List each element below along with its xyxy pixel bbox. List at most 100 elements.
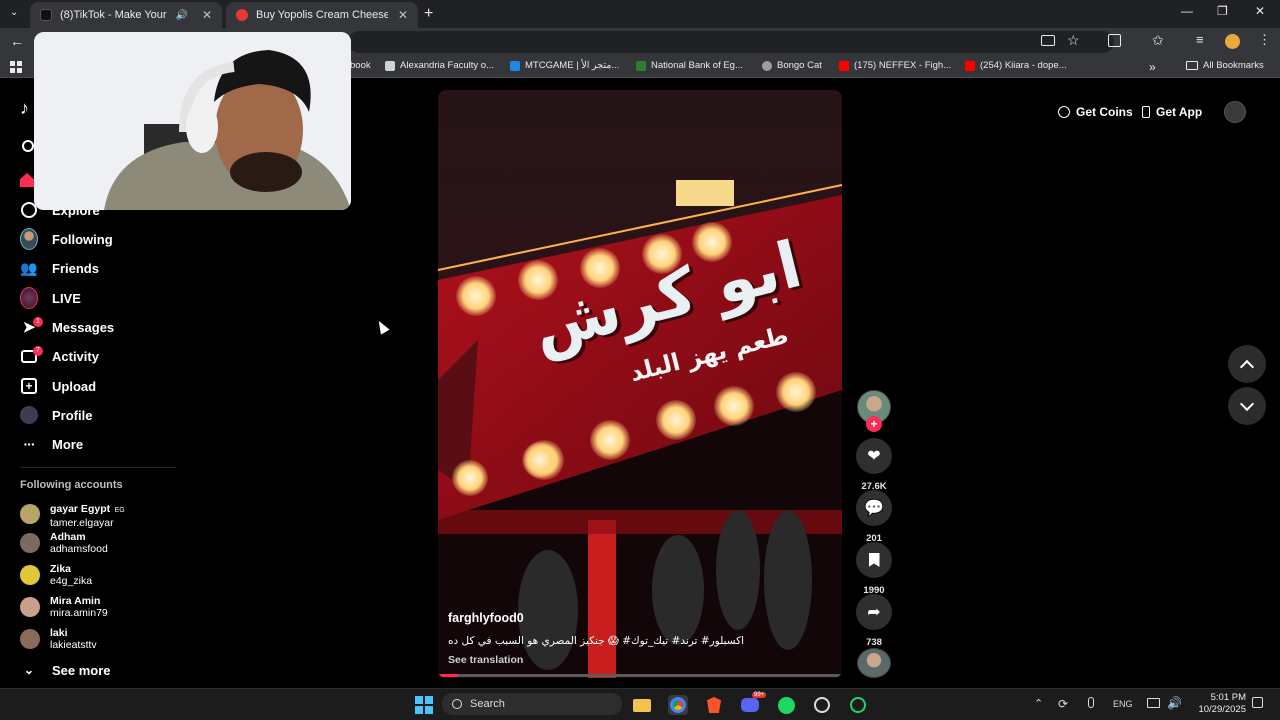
see-translation-link[interactable]: See translation xyxy=(448,654,523,666)
address-bar[interactable] xyxy=(348,31,1114,53)
taskbar-search-box[interactable]: Search xyxy=(442,693,622,715)
file-explorer-icon[interactable] xyxy=(632,695,652,715)
activity-badge: 7 xyxy=(33,346,43,356)
doc-icon xyxy=(385,60,395,71)
bookmark-star-icon[interactable]: ☆ xyxy=(1067,32,1080,49)
tab-yopolis-label: Buy Yopolis Cream Cheese Plain xyxy=(256,9,388,21)
nav-upload[interactable]: + Upload xyxy=(20,377,96,395)
bookmark-item[interactable]: MTCGAME | متجر الأ... xyxy=(510,60,619,71)
network-icon[interactable] xyxy=(1147,698,1160,708)
sync-icon[interactable]: ⟳ xyxy=(1058,697,1068,711)
nav-label: More xyxy=(52,436,84,452)
notification-icon[interactable] xyxy=(1252,697,1263,708)
favorites-icon[interactable]: ✩ xyxy=(1152,32,1164,49)
whatsapp-icon[interactable] xyxy=(848,695,868,715)
video-progress-fill xyxy=(438,674,459,677)
account-item[interactable]: Mira Amin mira.amin79 xyxy=(20,595,108,619)
avatar xyxy=(20,533,40,553)
get-coins-button[interactable]: Get Coins xyxy=(1058,99,1133,125)
search-icon[interactable] xyxy=(22,140,34,152)
browser-menu-icon[interactable]: ⋮ xyxy=(1258,32,1271,48)
account-item[interactable]: gayar Egypt EG tamer.elgayar xyxy=(20,499,125,529)
comment-button[interactable]: 💬 201 xyxy=(856,490,892,544)
follow-plus-icon[interactable]: + xyxy=(866,416,882,432)
nav-following[interactable]: Following xyxy=(20,228,113,250)
sound-avatar[interactable] xyxy=(857,648,891,678)
chrome-icon[interactable] xyxy=(668,695,688,715)
bookmark-item[interactable]: (175) NEFFEX - Figh... xyxy=(839,60,951,71)
video-player[interactable]: ابو كرش طعم يهز البلد farghlyfood0 اكسبل… xyxy=(438,90,842,678)
video-progress-track[interactable] xyxy=(438,674,842,677)
extensions-icon[interactable] xyxy=(1108,34,1121,47)
light-bulb xyxy=(522,442,558,478)
tiktok-favicon-icon xyxy=(40,9,52,21)
microphone-icon[interactable] xyxy=(1088,697,1094,708)
nav-profile[interactable]: Profile xyxy=(20,406,92,424)
nav-live[interactable]: LIVE xyxy=(20,287,81,309)
previous-video-button[interactable] xyxy=(1228,345,1266,383)
like-button[interactable]: ❤ 27.6K xyxy=(856,438,892,492)
nav-label: Messages xyxy=(52,319,115,335)
windows-start-icon[interactable] xyxy=(414,695,434,715)
language-indicator[interactable]: ENG xyxy=(1113,699,1133,709)
nav-label: LIVE xyxy=(52,290,81,306)
user-avatar[interactable] xyxy=(1224,101,1246,123)
bookmark-item[interactable]: Alexandria Faculty o... xyxy=(385,60,494,71)
account-item[interactable]: laki lakieatsttv xyxy=(20,627,97,651)
volume-icon[interactable]: 🔊 xyxy=(1167,696,1182,710)
clock-time[interactable]: 5:01 PM xyxy=(1208,692,1246,703)
light-bulb xyxy=(656,400,696,440)
tab-yopolis[interactable]: Buy Yopolis Cream Cheese Plain ✕ xyxy=(226,2,418,28)
nav-more[interactable]: ··· More xyxy=(20,435,84,453)
nav-activity[interactable]: Activity xyxy=(20,347,99,365)
bookmark-icon xyxy=(856,542,892,578)
maximize-icon[interactable]: ❐ xyxy=(1217,4,1228,18)
app-icon[interactable] xyxy=(812,695,832,715)
more-bookmarks-chevron-icon[interactable]: » xyxy=(1149,60,1156,74)
get-app-button[interactable]: Get App xyxy=(1142,99,1202,125)
share-button[interactable]: ➦ 738 xyxy=(856,594,892,648)
nav-friends[interactable]: 👥 Friends xyxy=(20,259,99,277)
live-icon xyxy=(20,287,38,309)
account-item[interactable]: Adham adhamsfood xyxy=(20,531,108,555)
light-bulb xyxy=(714,386,754,426)
bookmark-item[interactable]: (254) Kiiara - dope... xyxy=(965,60,1067,71)
avatar xyxy=(20,597,40,617)
new-tab-button[interactable]: + xyxy=(424,5,433,23)
clock-date[interactable]: 10/29/2025 xyxy=(1190,704,1246,715)
creator-avatar[interactable]: + xyxy=(856,390,892,432)
tab-search-dropdown-icon[interactable]: ⌄ xyxy=(10,7,18,18)
nav-label: Friends xyxy=(52,260,99,276)
profile-avatar[interactable] xyxy=(1225,34,1240,49)
minimize-icon[interactable]: — xyxy=(1181,4,1193,18)
install-app-icon[interactable] xyxy=(1041,35,1055,46)
home-icon[interactable] xyxy=(20,173,34,187)
close-tab-icon[interactable]: ✕ xyxy=(202,8,212,22)
see-more-button[interactable]: ⌄ See more xyxy=(20,661,111,679)
mtcgame-icon xyxy=(510,60,520,71)
back-arrow-icon[interactable]: ← xyxy=(10,33,24,49)
tab-tiktok[interactable]: (8)TikTok - Make Your Day 🔊 ✕ xyxy=(30,2,222,28)
account-item[interactable]: Zika e4g_zika xyxy=(20,563,92,587)
video-author[interactable]: farghlyfood0 xyxy=(448,611,524,625)
all-bookmarks[interactable]: All Bookmarks xyxy=(1186,60,1264,71)
tiktok-logo[interactable]: ♪ xyxy=(20,98,29,119)
bookmark-item[interactable]: National Bank of Eg... xyxy=(636,60,743,71)
brave-icon[interactable] xyxy=(704,695,724,715)
chevron-down-icon xyxy=(1239,396,1255,411)
close-window-icon[interactable]: ✕ xyxy=(1255,4,1265,18)
close-tab-icon[interactable]: ✕ xyxy=(398,8,408,22)
media-control-icon[interactable]: ≡ xyxy=(1196,32,1204,47)
spotify-icon[interactable] xyxy=(776,695,796,715)
tray-chevron-up-icon[interactable]: ⌃ xyxy=(1034,697,1043,710)
save-button[interactable]: 1990 xyxy=(856,542,892,596)
bookmark-item[interactable]: Bongo Cat xyxy=(762,60,822,71)
apps-grid-icon[interactable] xyxy=(10,61,22,73)
speaker-icon[interactable]: 🔊 xyxy=(175,10,187,21)
cat-icon xyxy=(762,60,772,71)
next-video-button[interactable] xyxy=(1228,387,1266,425)
bookmark-item[interactable]: book xyxy=(350,60,371,71)
nav-label: Profile xyxy=(52,407,93,423)
following-avatar-icon xyxy=(20,228,38,250)
discord-icon[interactable] xyxy=(740,695,760,715)
